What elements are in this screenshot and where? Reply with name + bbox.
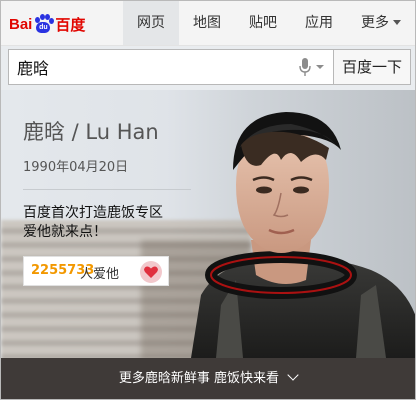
baidu-logo[interactable]: Bai du 百度 [9, 11, 85, 37]
celebrity-name[interactable]: 鹿晗 / Lu Han [23, 116, 193, 146]
promo-line-2: 爱他就来点！ [23, 224, 107, 240]
profile-info: 鹿晗 / Lu Han 1990年04月20日 百度首次打造鹿饭专区 爱他就来点… [23, 116, 193, 286]
chevron-down-icon [287, 369, 299, 381]
microphone-icon[interactable] [299, 58, 327, 76]
top-nav-bar: Bai du 百度 网页 地图 贴吧 应用 更多 [1, 1, 415, 46]
more-news-bar[interactable]: 更多鹿晗新鲜事 鹿饭快来看 [1, 358, 415, 399]
like-widget[interactable]: 2255733 人爱他 [23, 256, 169, 286]
birth-date: 1990年04月20日 [23, 160, 129, 175]
search-row: 百度一下 [1, 46, 415, 90]
baidu-card: Bai du 百度 网页 地图 贴吧 应用 更多 鹿晗 百度一下 鹿晗 / Lu… [0, 0, 416, 400]
divider [23, 189, 191, 190]
tab-apps[interactable]: 应用 [291, 1, 347, 45]
tab-label: 应用 [305, 15, 333, 31]
caret-down-icon [393, 19, 401, 25]
promo-text: 百度首次打造鹿饭专区 爱他就来点！ [23, 204, 193, 242]
heart-icon [144, 266, 158, 278]
logo-badge-du: du [36, 22, 51, 33]
tab-more[interactable]: 更多 [347, 1, 415, 45]
like-button[interactable] [140, 261, 162, 283]
tab-label: 更多 [361, 15, 389, 31]
hero-banner[interactable]: 鹿晗 / Lu Han 1990年04月20日 百度首次打造鹿饭专区 爱他就来点… [1, 90, 415, 358]
promo-line-1: 百度首次打造鹿饭专区 [23, 205, 163, 221]
tab-map[interactable]: 地图 [179, 1, 235, 45]
tab-label: 地图 [193, 15, 221, 31]
search-input[interactable] [9, 50, 305, 84]
search-box [8, 49, 334, 85]
more-news-label: 更多鹿晗新鲜事 鹿饭快来看 [118, 371, 280, 386]
like-label: 人爱他 [80, 267, 120, 282]
tab-web[interactable]: 网页 [123, 1, 179, 45]
tab-label: 贴吧 [249, 15, 277, 31]
nav-tabs: 网页 地图 贴吧 应用 更多 [123, 1, 415, 45]
search-button[interactable]: 百度一下 [334, 49, 411, 85]
tab-label: 网页 [137, 15, 165, 31]
paw-icon: du [33, 14, 55, 34]
person-photo [191, 112, 415, 358]
tab-tieba[interactable]: 贴吧 [235, 1, 291, 45]
logo-text-baidu: 百度 [55, 15, 86, 34]
logo-text-bai: Bai [9, 15, 33, 33]
